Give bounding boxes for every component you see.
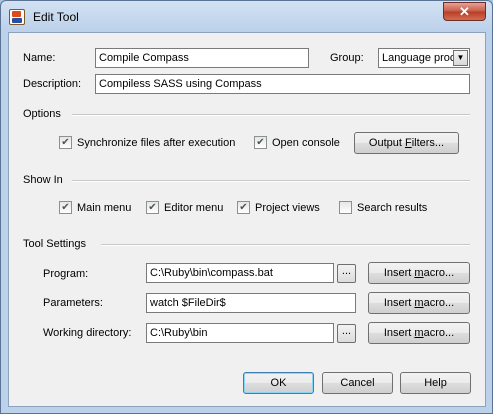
parameters-insert-macro-button[interactable]: Insert macro... xyxy=(368,292,470,314)
editor-menu-checkbox[interactable]: ✔ Editor menu xyxy=(146,201,223,214)
working-directory-insert-macro-button[interactable]: Insert macro... xyxy=(368,322,470,344)
working-directory-label: Working directory: xyxy=(43,327,132,339)
project-views-checkbox[interactable]: ✔ Project views xyxy=(237,201,320,214)
check-icon: ✔ xyxy=(59,201,72,214)
insert-macro-label-accel: m xyxy=(414,267,424,279)
insert-macro-label-accel: m xyxy=(414,327,424,339)
chevron-down-icon[interactable]: ▼ xyxy=(453,50,468,66)
program-browse-button[interactable]: ... xyxy=(337,264,356,283)
group-label: Group: xyxy=(330,52,364,64)
search-results-checkbox[interactable]: Search results xyxy=(339,201,427,214)
check-icon: ✔ xyxy=(237,201,250,214)
description-field[interactable]: Compiless SASS using Compass xyxy=(95,74,470,94)
close-icon: ✕ xyxy=(459,4,470,19)
check-icon: ✔ xyxy=(254,136,267,149)
main-menu-label: Main menu xyxy=(77,201,132,214)
parameters-label: Parameters: xyxy=(43,297,103,309)
name-field[interactable]: Compile Compass xyxy=(95,48,309,68)
show-in-divider xyxy=(72,180,470,182)
main-menu-checkbox[interactable]: ✔ Main menu xyxy=(59,201,131,214)
edit-tool-dialog: Edit Tool ✕ Name: Compile Compass Group:… xyxy=(0,0,493,414)
close-button[interactable]: ✕ xyxy=(443,2,486,21)
app-icon xyxy=(9,9,25,25)
program-label: Program: xyxy=(43,268,89,280)
ok-button[interactable]: OK xyxy=(243,372,314,394)
sync-files-checkbox[interactable]: ✔ Synchronize files after execution xyxy=(59,136,235,149)
tool-settings-section-title: Tool Settings xyxy=(23,238,86,250)
help-button[interactable]: Help xyxy=(400,372,471,394)
working-directory-field[interactable]: C:\Ruby\bin xyxy=(146,323,334,343)
show-in-section-title: Show In xyxy=(23,174,63,186)
program-field[interactable]: C:\Ruby\bin\compass.bat xyxy=(146,263,334,283)
editor-menu-label: Editor menu xyxy=(164,201,224,214)
insert-macro-label-pre: Insert xyxy=(383,297,415,309)
output-filters-label-post: ilters... xyxy=(411,137,445,149)
output-filters-button[interactable]: Output Filters... xyxy=(354,132,459,154)
project-views-label: Project views xyxy=(255,201,320,214)
search-results-label: Search results xyxy=(357,201,428,214)
open-console-checkbox[interactable]: ✔ Open console xyxy=(254,136,340,149)
open-console-label: Open console xyxy=(272,136,340,149)
window-title: Edit Tool xyxy=(33,10,79,24)
cancel-button[interactable]: Cancel xyxy=(322,372,393,394)
description-label: Description: xyxy=(23,78,82,90)
group-select-value: Language proc xyxy=(382,52,456,64)
tool-settings-divider xyxy=(101,244,470,246)
options-section-title: Options xyxy=(23,108,61,120)
group-select[interactable]: Language proc ▼ xyxy=(378,48,470,68)
check-icon: ✔ xyxy=(146,201,159,214)
insert-macro-label-post: acro... xyxy=(423,267,455,279)
working-directory-browse-button[interactable]: ... xyxy=(337,324,356,343)
dialog-body: Name: Compile Compass Group: Language pr… xyxy=(8,32,486,407)
insert-macro-label-pre: Insert xyxy=(383,327,415,339)
parameters-field[interactable]: watch $FileDir$ xyxy=(146,293,356,313)
output-filters-label-pre: Output xyxy=(368,137,405,149)
sync-files-label: Synchronize files after execution xyxy=(77,136,236,149)
name-label: Name: xyxy=(23,52,56,64)
checkbox-empty-icon xyxy=(339,201,352,214)
insert-macro-label-pre: Insert xyxy=(383,267,415,279)
options-divider xyxy=(72,114,470,116)
insert-macro-label-accel: m xyxy=(414,297,424,309)
insert-macro-label-post: acro... xyxy=(423,297,455,309)
title-bar[interactable]: Edit Tool ✕ xyxy=(1,1,492,33)
output-filters-label-accel: F xyxy=(404,137,412,149)
program-insert-macro-button[interactable]: Insert macro... xyxy=(368,262,470,284)
insert-macro-label-post: acro... xyxy=(423,327,455,339)
check-icon: ✔ xyxy=(59,136,72,149)
